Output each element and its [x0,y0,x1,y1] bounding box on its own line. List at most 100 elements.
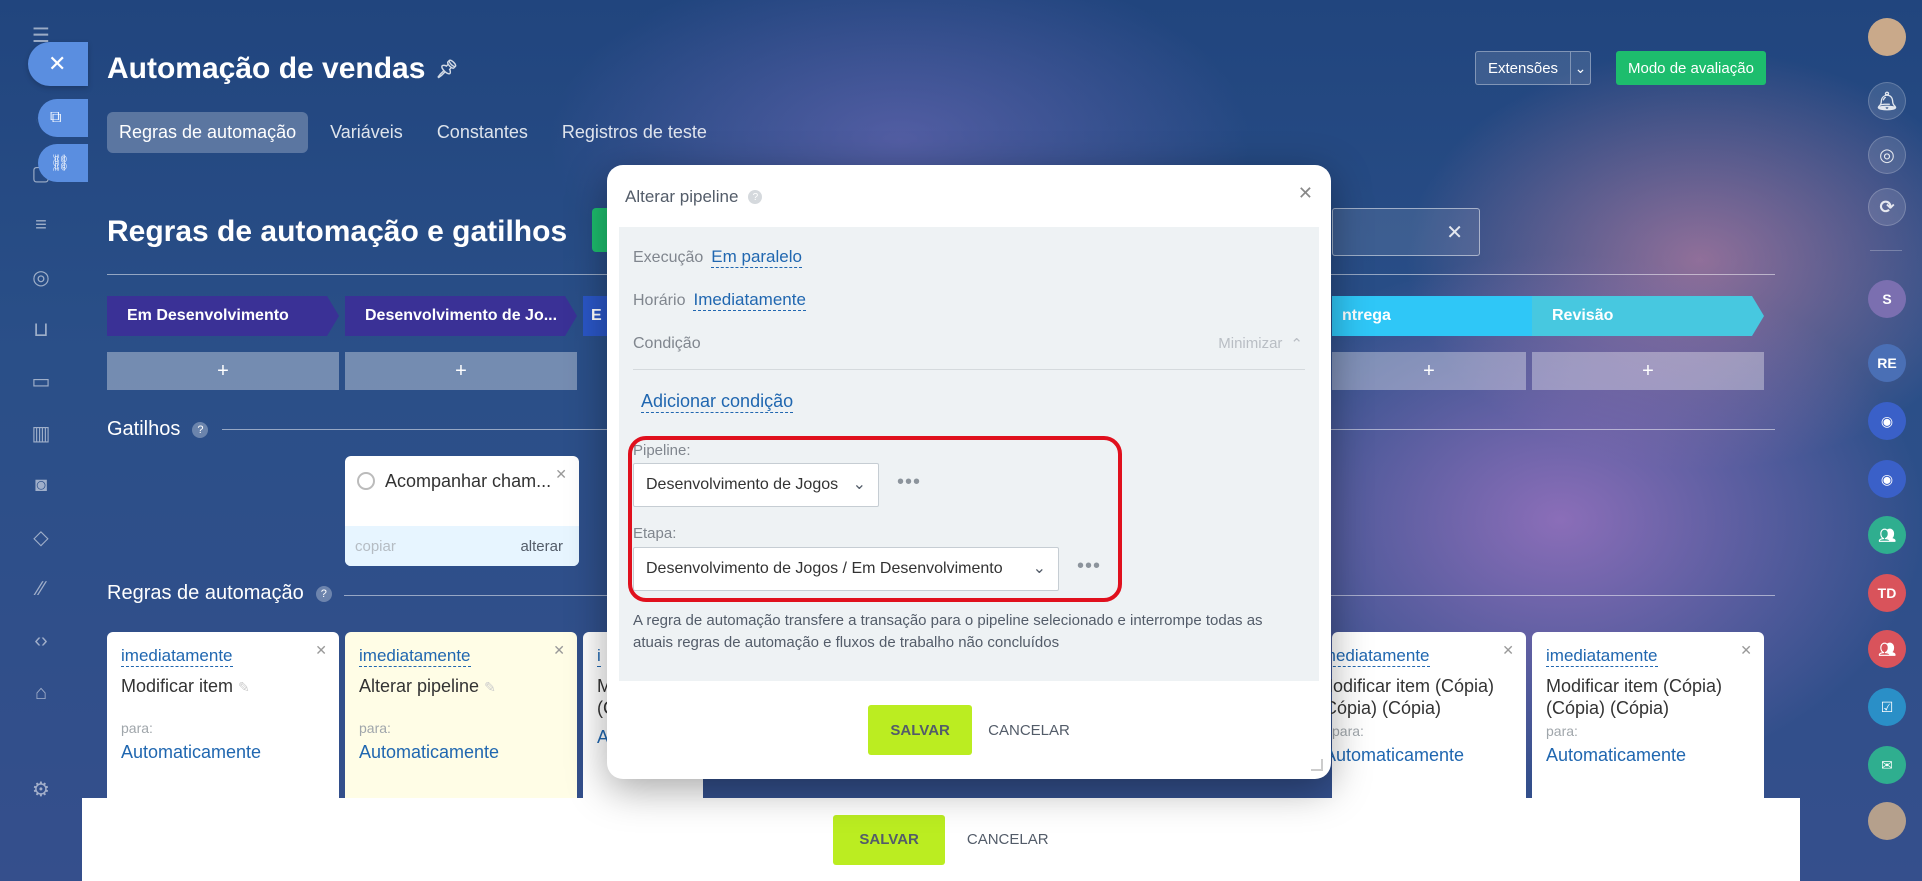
close-icon[interactable]: ✕ [1298,183,1313,204]
stage-header[interactable]: ntrega [1332,296,1564,336]
action-description: A regra de automação transfere a transaç… [633,612,1263,651]
time-link[interactable]: Imediatamente [693,290,806,311]
stage-header[interactable]: Em Desenvolvimento [107,296,339,336]
rule-timing-link[interactable]: i [597,646,601,667]
avatar-re[interactable]: RE [1868,344,1906,382]
change-link[interactable]: alterar [520,538,563,555]
open-new-window-button[interactable]: ⧉ [38,99,88,137]
target-icon[interactable]: ◎ [1868,136,1906,174]
stage-header[interactable]: Desenvolvimento de Jo... [345,296,577,336]
link-icon: ⛓ [50,155,71,172]
resize-handle[interactable] [1311,759,1323,771]
crm-icon[interactable]: ≡ [26,210,56,240]
avatar-s[interactable]: S [1868,280,1906,318]
trigger-name: Acompanhar cham... [385,470,552,491]
code-icon[interactable]: ‹› [26,626,56,656]
rule-name: Modificar item (Cópia) (Cópia) (Cópia) [1546,676,1723,718]
section-title: Regras de automação e gatilhos [107,215,568,248]
pencil-icon[interactable]: ✎ [238,679,250,695]
rule-timing-link[interactable]: imediatamente [359,646,471,667]
rule-timing-link[interactable]: imediatamente [1546,646,1658,667]
rule-target-link[interactable]: Automaticamente [1324,745,1512,766]
card-icon[interactable]: ▭ [26,366,56,396]
group-chat-icon[interactable]: ◉ [1868,460,1906,498]
team-icon[interactable]: 👥︎ [1868,630,1906,668]
settings-icon[interactable]: ⚙ [26,774,56,804]
user-avatar[interactable] [1868,18,1906,56]
box-icon[interactable]: ◇ [26,522,56,552]
rule-timing-link[interactable]: imediatamente [121,646,233,667]
group-chat-icon[interactable]: ◉ [1868,402,1906,440]
minimize-toggle[interactable]: Minimizar ⌃ [1218,335,1303,353]
demo-mode-button[interactable]: Modo de avaliação [1616,51,1766,85]
add-condition-link[interactable]: Adicionar condição [641,391,794,413]
tab-variables[interactable]: Variáveis [318,112,415,153]
time-row: Horário Imediatamente [633,290,806,311]
divider [633,369,1305,370]
execution-link[interactable]: Em paralelo [711,247,802,268]
extensions-button[interactable]: Extensões ⌄ [1475,51,1591,85]
add-trigger-button[interactable]: + [1332,352,1526,390]
notifications-icon[interactable]: 🔔︎ [1868,82,1906,120]
rule-target-link[interactable]: Automaticamente [359,742,563,763]
messages-icon[interactable]: ✉ [1868,746,1906,784]
rule-name-text: Alterar pipeline [359,676,480,696]
copy-link[interactable]: copiar [355,538,396,555]
cancel-button[interactable]: CANCELAR [967,831,1049,848]
rule-target-label: para: [1546,723,1578,739]
time-label: Horário [633,292,686,309]
minimize-label: Minimizar [1218,335,1283,352]
storage-icon[interactable]: ⌂ [26,678,56,708]
pin-icon[interactable]: 📌︎ [435,59,458,80]
rule-timing-link[interactable]: imediatamente [1318,646,1430,667]
cancel-button[interactable]: CANCELAR [988,722,1070,739]
tasks-icon[interactable]: ☑ [1868,688,1906,726]
close-icon[interactable]: ✕ [1740,642,1752,659]
help-icon[interactable]: ? [192,421,209,438]
target-icon[interactable]: ◎ [26,262,56,292]
rule-target-link[interactable]: Automaticamente [121,742,325,763]
execution-row: Execução Em paralelo [633,247,802,268]
help-icon[interactable]: ? [315,585,332,602]
cart-icon[interactable]: ⊔ [26,314,56,344]
pencil-icon[interactable]: ✎ [484,679,496,695]
clear-icon[interactable]: ✕ [1446,220,1463,245]
add-trigger-button[interactable]: + [1532,352,1764,390]
dialog-footer: SALVAR CANCELAR [607,705,1331,755]
help-icon[interactable]: ? [748,190,763,204]
trigger-card[interactable]: Acompanhar cham... ✕ copiar alterar [345,456,579,566]
script-icon[interactable]: ∕∕ [26,574,56,604]
tab-constants[interactable]: Constantes [425,112,540,153]
close-icon[interactable]: ✕ [553,642,565,659]
close-panel-button[interactable]: ✕ [28,42,88,86]
triggers-title-text: Gatilhos [107,418,181,440]
add-trigger-button[interactable]: + [107,352,339,390]
highlight-annotation [628,436,1122,602]
close-icon[interactable]: ✕ [315,642,327,659]
robot-icon[interactable]: ◙ [26,470,56,500]
tab-test-logs[interactable]: Registros de teste [550,112,719,153]
rule-target-label: para: [121,720,153,736]
close-icon[interactable]: ✕ [555,466,567,483]
close-icon[interactable]: ✕ [1502,642,1514,659]
filter-input[interactable]: ✕ [1332,208,1480,256]
chevron-down-icon[interactable]: ⌄ [1571,60,1590,77]
team-icon[interactable]: 👥︎ [1868,516,1906,554]
save-button[interactable]: SALVAR [868,705,973,755]
rules-title: Regras de automação ? [107,582,332,605]
tab-automation-rules[interactable]: Regras de automação [107,112,309,153]
divider [1870,250,1902,251]
condition-label: Condição [633,335,701,352]
save-button[interactable]: SALVAR [833,814,945,865]
bottom-action-bar: SALVAR CANCELAR [82,798,1800,881]
avatar-td[interactable]: TD [1868,574,1906,612]
sync-icon[interactable]: ⟳ [1868,188,1906,226]
copy-link-button[interactable]: ⛓ [38,144,88,182]
stage-header[interactable]: Revisão [1532,296,1764,336]
rule-name: Alterar pipeline ✎ [359,675,563,698]
analytics-icon[interactable]: ▥ [26,418,56,448]
add-trigger-button[interactable]: + [345,352,577,390]
page-title: Automação de vendas 📌︎ [107,52,458,86]
user-avatar[interactable] [1868,802,1906,840]
rule-target-link[interactable]: Automaticamente [1546,745,1750,766]
